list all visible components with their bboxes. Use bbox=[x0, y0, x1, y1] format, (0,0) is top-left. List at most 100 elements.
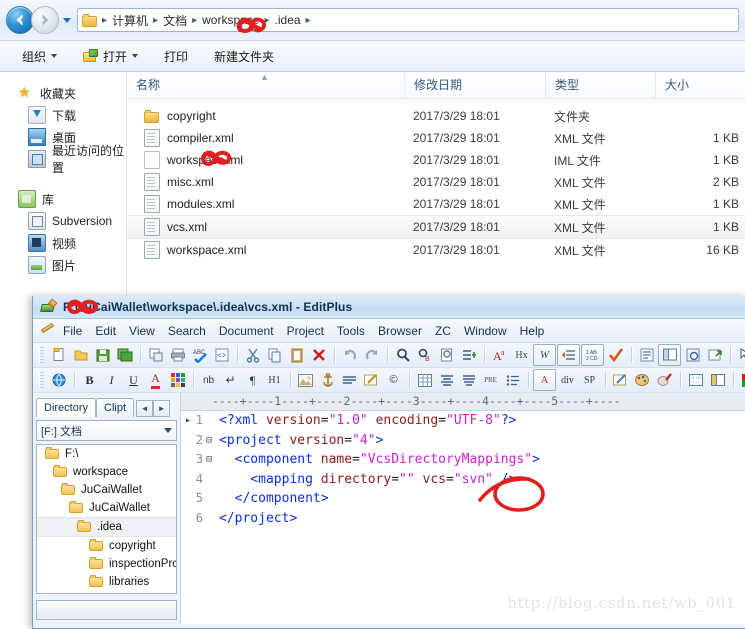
tab-directory[interactable]: Directory bbox=[36, 398, 96, 417]
div-tag-icon[interactable]: div bbox=[557, 370, 578, 390]
line-break-icon[interactable]: ↵ bbox=[220, 370, 241, 390]
editor-code-lines[interactable]: ▸ 1 <?xml version="1.0" encoding="UTF-8"… bbox=[181, 411, 745, 528]
editplus-editor-area[interactable]: ----+----1----+----2----+----3----+----4… bbox=[181, 393, 745, 624]
goto-line-icon[interactable] bbox=[458, 345, 479, 365]
html-source-icon[interactable]: <> bbox=[211, 345, 232, 365]
file-name-cell[interactable]: workspace.iml bbox=[127, 151, 404, 169]
sidebar-item-downloads[interactable]: 下载 bbox=[0, 104, 126, 126]
menu-file[interactable]: File bbox=[63, 324, 82, 338]
preformatted-icon[interactable]: PRE bbox=[480, 370, 501, 390]
toolbar-grip[interactable] bbox=[39, 372, 44, 388]
new-folder-button[interactable]: 新建文件夹 bbox=[214, 48, 274, 65]
auto-indent-icon[interactable] bbox=[557, 344, 580, 366]
print-button[interactable]: 打印 bbox=[164, 48, 188, 65]
column-header-type[interactable]: 类型 bbox=[545, 72, 655, 98]
style-edit-icon[interactable] bbox=[610, 370, 631, 390]
nbsp-icon[interactable]: nb bbox=[198, 370, 219, 390]
paste-icon[interactable] bbox=[286, 345, 307, 365]
copy-icon[interactable] bbox=[264, 345, 285, 365]
file-name-cell[interactable]: copyright bbox=[127, 109, 404, 123]
output-window-icon[interactable] bbox=[682, 345, 703, 365]
undo-icon[interactable] bbox=[339, 345, 360, 365]
menu-project[interactable]: Project bbox=[287, 324, 324, 338]
font-tag-icon[interactable]: A bbox=[533, 369, 556, 391]
browser-preview-icon[interactable] bbox=[48, 370, 69, 390]
print-preview-icon[interactable] bbox=[145, 345, 166, 365]
toolbar-grip[interactable] bbox=[39, 347, 44, 363]
column-header-date[interactable]: 修改日期 bbox=[404, 72, 545, 98]
spell-check-icon[interactable]: ABC bbox=[189, 345, 210, 365]
italic-icon[interactable]: I bbox=[101, 370, 122, 390]
menu-document[interactable]: Document bbox=[219, 324, 274, 338]
list-icon[interactable] bbox=[502, 370, 523, 390]
horizontal-rule-icon[interactable] bbox=[339, 370, 360, 390]
change-case-icon[interactable]: Aa bbox=[489, 345, 510, 365]
save-all-icon[interactable] bbox=[114, 345, 135, 365]
new-file-icon[interactable] bbox=[48, 345, 69, 365]
align-center-icon[interactable] bbox=[436, 370, 457, 390]
edit-link-icon[interactable] bbox=[361, 370, 382, 390]
breadcrumb-item-1[interactable]: 文档 bbox=[160, 11, 190, 30]
sidebar-item-pictures[interactable]: 图片 bbox=[0, 254, 126, 276]
code-line[interactable]: 3 ⊟ <component name="VcsDirectoryMapping… bbox=[181, 450, 745, 470]
menu-edit[interactable]: Edit bbox=[95, 324, 116, 338]
check-icon[interactable] bbox=[605, 345, 626, 365]
code-line[interactable]: ▸ 1 <?xml version="1.0" encoding="UTF-8"… bbox=[181, 411, 745, 431]
file-name-cell[interactable]: vcs.xml bbox=[127, 218, 404, 236]
open-file-icon[interactable] bbox=[70, 345, 91, 365]
breadcrumb-item-2[interactable]: workspace bbox=[199, 12, 262, 28]
breadcrumb-item-0[interactable]: 计算机 bbox=[109, 11, 151, 30]
sidebar-item-subversion[interactable]: Subversion bbox=[0, 210, 126, 232]
find-in-files-icon[interactable] bbox=[436, 345, 457, 365]
menu-search[interactable]: Search bbox=[168, 324, 206, 338]
frame-icon[interactable] bbox=[707, 370, 728, 390]
table-row-selected[interactable]: vcs.xml 2017/3/29 18:01 XML 文件 1 KB bbox=[127, 215, 745, 239]
tab-scroll-left-button[interactable]: ◄ bbox=[136, 400, 153, 417]
context-help-icon[interactable]: ? bbox=[735, 345, 745, 365]
code-line[interactable]: 4 <mapping directory="" vcs="svn" /> bbox=[181, 470, 745, 490]
organize-button[interactable]: 组织 bbox=[22, 48, 57, 65]
tree-node-selected[interactable]: .idea bbox=[37, 517, 176, 537]
table-row[interactable]: copyright 2017/3/29 18:01 文件夹 bbox=[127, 105, 745, 127]
color-palette-icon[interactable] bbox=[167, 370, 188, 390]
copyright-icon[interactable]: © bbox=[383, 370, 404, 390]
color-swatch-icon[interactable] bbox=[738, 370, 745, 390]
underline-icon[interactable]: U bbox=[123, 370, 144, 390]
print-icon[interactable] bbox=[167, 345, 188, 365]
tree-node[interactable]: libraries bbox=[37, 573, 176, 591]
color-picker-icon[interactable] bbox=[654, 370, 675, 390]
file-name-cell[interactable]: compiler.xml bbox=[127, 129, 404, 147]
span-tag-icon[interactable]: SP bbox=[579, 370, 600, 390]
fold-toggle[interactable]: ⊟ bbox=[203, 450, 215, 470]
recent-pages-dropdown[interactable] bbox=[59, 7, 75, 33]
menu-zc[interactable]: ZC bbox=[435, 324, 451, 338]
align-justify-icon[interactable] bbox=[458, 370, 479, 390]
forward-button[interactable] bbox=[31, 6, 59, 34]
back-button[interactable] bbox=[6, 6, 34, 34]
tree-node[interactable]: inspectionPro bbox=[37, 555, 176, 573]
side-panel-button[interactable] bbox=[36, 600, 177, 620]
code-line[interactable]: 2 ⊟ <project version="4"> bbox=[181, 431, 745, 451]
cut-icon[interactable] bbox=[242, 345, 263, 365]
form-icon[interactable] bbox=[685, 370, 706, 390]
directory-tree[interactable]: F:\ workspace JuCaiWallet JuCaiWallet .i… bbox=[36, 444, 177, 594]
find-icon[interactable] bbox=[392, 345, 413, 365]
file-name-cell[interactable]: workspace.xml bbox=[127, 241, 404, 259]
address-bar[interactable]: ▸ 计算机 ▸ 文档 ▸ workspace ▸ .idea ▸ bbox=[77, 8, 739, 32]
fold-toggle[interactable]: ⊟ bbox=[203, 431, 215, 451]
column-header-size[interactable]: 大小 bbox=[655, 72, 745, 98]
heading-icon[interactable]: H1 bbox=[264, 370, 285, 390]
menu-browser[interactable]: Browser bbox=[378, 324, 422, 338]
image-icon[interactable] bbox=[295, 370, 316, 390]
bookmark-marker[interactable]: ▸ bbox=[181, 411, 191, 431]
drive-selector-dropdown[interactable]: [F:] 文档 bbox=[36, 420, 177, 441]
tree-node[interactable]: JuCaiWallet bbox=[37, 481, 176, 499]
sidebar-item-videos[interactable]: 视频 bbox=[0, 232, 126, 254]
tree-node[interactable]: F:\ bbox=[37, 445, 176, 463]
table-row[interactable]: misc.xml 2017/3/29 18:01 XML 文件 2 KB bbox=[127, 171, 745, 193]
file-name-cell[interactable]: modules.xml bbox=[127, 195, 404, 213]
file-name-cell[interactable]: misc.xml bbox=[127, 173, 404, 191]
sidebar-item-libraries[interactable]: 库 bbox=[0, 188, 126, 210]
replace-icon[interactable]: B bbox=[414, 345, 435, 365]
sidebar-item-recent-places[interactable]: 最近访问的位置 bbox=[0, 148, 126, 170]
